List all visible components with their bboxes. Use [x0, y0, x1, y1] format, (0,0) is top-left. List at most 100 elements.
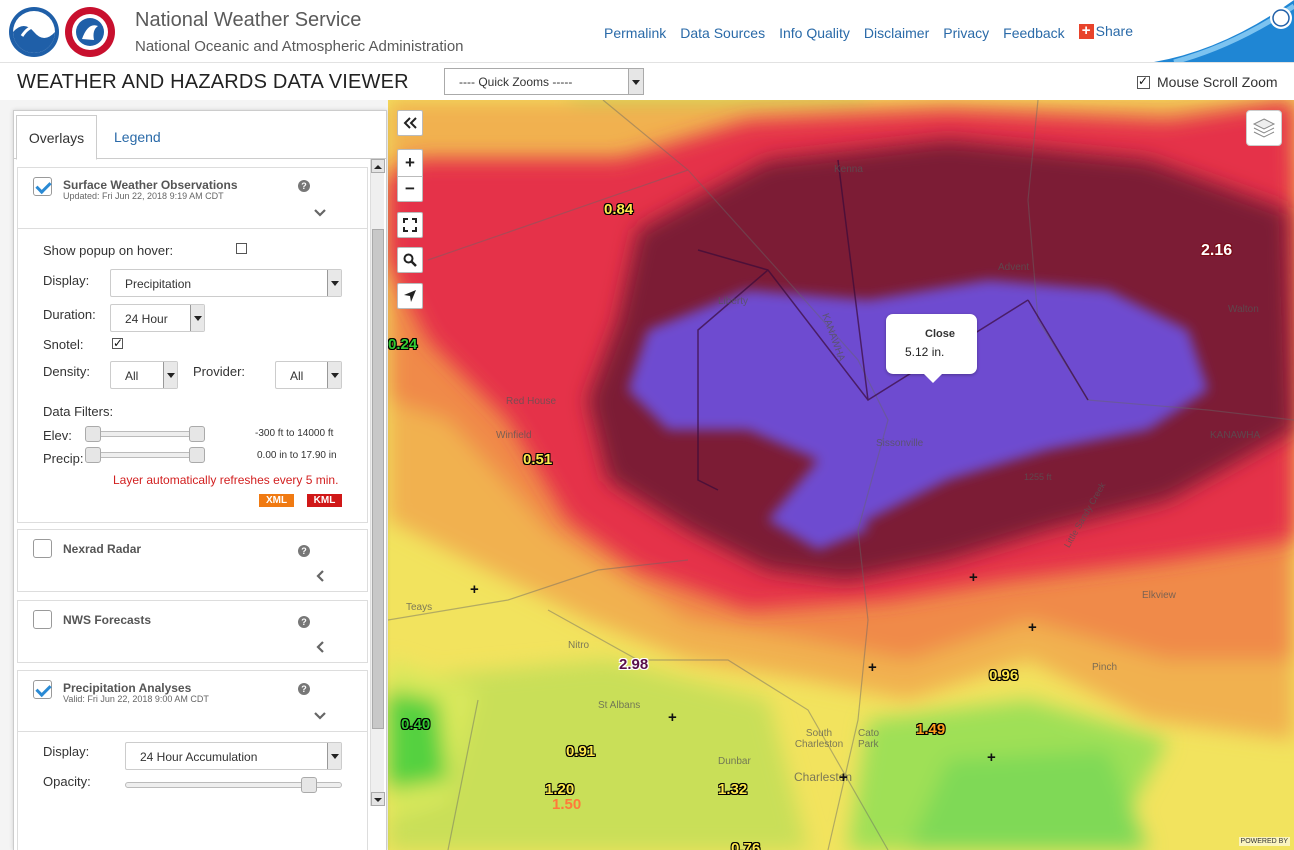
place-label: Advent — [998, 262, 1030, 273]
precip-obs-label[interactable]: 1.50 — [552, 796, 581, 813]
precip-analyses-header[interactable]: Precipitation Analyses Valid: Fri Jun 22… — [18, 671, 367, 731]
scroll-up-button[interactable] — [371, 159, 385, 173]
zoom-in-button[interactable]: + — [397, 149, 423, 176]
plus-icon: + — [1078, 23, 1094, 39]
help-icon[interactable]: ? — [298, 683, 310, 695]
station-marker[interactable]: + — [470, 582, 479, 597]
precip-obs-label[interactable]: 2.98 — [619, 656, 648, 673]
scrollbar-thumb[interactable] — [372, 229, 384, 729]
noaa-logo[interactable] — [8, 6, 60, 58]
nws-forecasts-checkbox[interactable] — [33, 610, 52, 629]
chevron-left-icon[interactable] — [316, 641, 328, 653]
disclaimer-link[interactable]: Disclaimer — [864, 25, 929, 41]
precip-obs-label[interactable]: 0.51 — [523, 451, 552, 468]
station-marker[interactable]: + — [839, 770, 848, 785]
precip-obs-label[interactable]: 0.96 — [989, 667, 1018, 684]
nws-logo[interactable] — [64, 6, 116, 58]
map-canvas[interactable]: Kenna Advent Liberty Walton Red House Wi… — [388, 100, 1294, 850]
elev-max-handle[interactable] — [189, 426, 205, 442]
layers-icon — [1252, 118, 1276, 138]
surface-obs-title: Surface Weather Observations — [63, 178, 238, 192]
help-icon[interactable]: ? — [298, 180, 310, 192]
elev-min-handle[interactable] — [85, 426, 101, 442]
double-chevron-left-icon — [403, 117, 417, 129]
info-quality-link[interactable]: Info Quality — [779, 25, 850, 41]
surface-obs-checkbox[interactable] — [33, 177, 52, 196]
station-marker[interactable]: + — [1028, 620, 1037, 635]
precip-obs-label[interactable]: 1.49 — [916, 721, 945, 738]
nexrad-title: Nexrad Radar — [63, 542, 142, 556]
duration-value: 24 Hour — [125, 312, 168, 326]
elev-range-slider[interactable] — [85, 426, 205, 442]
mouse-scroll-zoom-toggle[interactable]: Mouse Scroll Zoom — [1137, 74, 1278, 90]
place-label: Nitro — [568, 640, 590, 651]
precip-obs-label[interactable]: 1.32 — [718, 781, 747, 798]
place-label: Cato Park — [858, 728, 880, 750]
search-button[interactable] — [397, 247, 423, 273]
elev-label: Elev: — [43, 428, 72, 443]
precip-obs-label[interactable]: 0.84 — [604, 201, 633, 218]
quick-zooms-select[interactable]: ---- Quick Zooms ----- — [444, 68, 644, 95]
overlay-panel: Overlays Legend Surface Weather Observat… — [13, 110, 387, 850]
precip-max-handle[interactable] — [189, 447, 205, 463]
tab-overlays[interactable]: Overlays — [16, 115, 97, 160]
place-label: Dunbar — [718, 756, 751, 767]
data-sources-link[interactable]: Data Sources — [680, 25, 765, 41]
place-label: St Albans — [598, 700, 641, 711]
surface-obs-updated: Updated: Fri Jun 22, 2018 9:19 AM CDT — [63, 191, 224, 201]
accumulation-select[interactable]: 24 Hour Accumulation — [125, 742, 342, 770]
station-marker[interactable]: + — [969, 570, 978, 585]
opacity-slider[interactable] — [125, 777, 342, 793]
nexrad-header[interactable]: Nexrad Radar ? — [18, 530, 367, 590]
precip-analyses-checkbox[interactable] — [33, 680, 52, 699]
provider-select[interactable]: All — [275, 361, 342, 389]
chevron-left-icon[interactable] — [316, 570, 328, 582]
station-marker[interactable]: + — [868, 660, 877, 675]
help-icon[interactable]: ? — [298, 616, 310, 628]
xml-download-button[interactable]: XML — [259, 494, 294, 507]
permalink-link[interactable]: Permalink — [604, 25, 666, 41]
chevron-down-icon[interactable] — [314, 709, 326, 721]
station-marker[interactable]: + — [668, 710, 677, 725]
sidebar: Overlays Legend Surface Weather Observat… — [0, 100, 388, 850]
snotel-checkbox[interactable] — [112, 336, 123, 350]
kml-download-button[interactable]: KML — [307, 494, 342, 507]
title-bar: WEATHER AND HAZARDS DATA VIEWER ---- Qui… — [0, 62, 1294, 100]
display-label: Display: — [43, 273, 90, 288]
collapse-sidebar-button[interactable] — [397, 110, 423, 136]
opacity-handle[interactable] — [301, 777, 317, 793]
precip-obs-label[interactable]: 0.76 — [731, 840, 760, 850]
chevron-down-icon[interactable] — [314, 206, 326, 218]
powered-by-label: POWERED BY — [1238, 837, 1290, 846]
feedback-link[interactable]: Feedback — [1003, 25, 1064, 41]
scroll-down-button[interactable] — [371, 792, 385, 806]
help-icon[interactable]: ? — [298, 545, 310, 557]
basemap-layers-button[interactable] — [1246, 110, 1282, 146]
precip-min-handle[interactable] — [85, 447, 101, 463]
privacy-link[interactable]: Privacy — [943, 25, 989, 41]
precip-obs-label[interactable]: 0.91 — [566, 743, 595, 760]
nws-forecasts-header[interactable]: NWS Forecasts ? — [18, 601, 367, 661]
display-select[interactable]: Precipitation — [110, 269, 342, 297]
density-select[interactable]: All — [110, 361, 178, 389]
station-marker[interactable]: + — [987, 750, 996, 765]
tab-legend[interactable]: Legend — [114, 115, 161, 160]
precip-obs-label[interactable]: 2.16 — [1201, 242, 1232, 260]
duration-select[interactable]: 24 Hour — [110, 304, 205, 332]
precip-obs-label[interactable]: 0.40 — [401, 716, 430, 733]
popup-value: 5.12 in. — [905, 345, 945, 359]
mouse-scroll-zoom-checkbox[interactable] — [1137, 74, 1150, 89]
nexrad-checkbox[interactable] — [33, 539, 52, 558]
surface-obs-header[interactable]: Surface Weather Observations Updated: Fr… — [18, 168, 367, 228]
precip-range-slider[interactable] — [85, 447, 205, 463]
locate-button[interactable] — [397, 283, 423, 309]
overlay-list[interactable]: Surface Weather Observations Updated: Fr… — [14, 159, 386, 850]
popup-close-button[interactable]: Close — [925, 328, 955, 340]
share-button[interactable]: + Share — [1078, 21, 1133, 41]
precip-obs-label[interactable]: 0.24 — [388, 336, 417, 353]
place-label: Liberty — [718, 296, 749, 307]
fullscreen-button[interactable] — [397, 212, 423, 238]
show-popup-checkbox[interactable] — [236, 243, 247, 254]
sidebar-scrollbar[interactable] — [370, 159, 385, 806]
zoom-out-button[interactable]: − — [397, 176, 423, 202]
